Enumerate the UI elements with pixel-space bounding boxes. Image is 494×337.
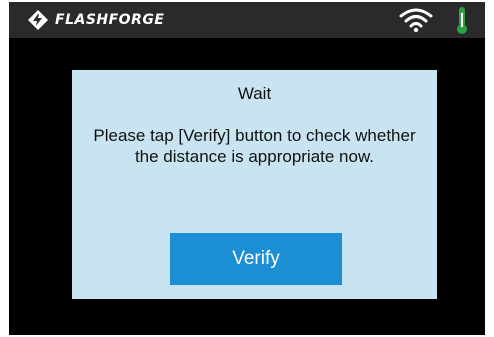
status-bar: FLASHFORGE xyxy=(9,2,485,38)
brand-logo: FLASHFORGE xyxy=(27,9,164,31)
printer-screen: FLASHFORGE Wait Please tap [Verify] butt… xyxy=(9,2,485,335)
brand-name: FLASHFORGE xyxy=(55,12,165,28)
verify-button[interactable]: Verify xyxy=(170,233,342,285)
wifi-icon xyxy=(399,8,433,33)
dialog-message: Please tap [Verify] button to check whet… xyxy=(93,126,416,166)
wait-dialog: Wait Please tap [Verify] button to check… xyxy=(72,70,437,299)
flashforge-logo-icon xyxy=(28,10,48,30)
dialog-title: Wait xyxy=(237,84,272,103)
thermometer-icon xyxy=(457,7,467,34)
